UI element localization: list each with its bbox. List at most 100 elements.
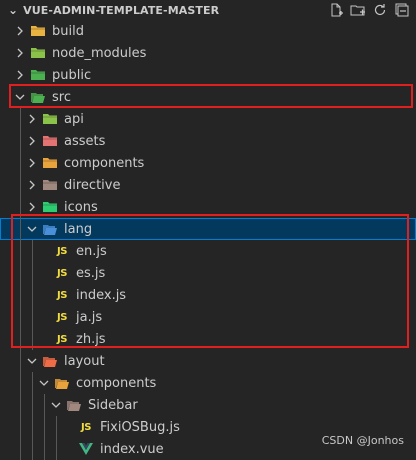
tree-item-label: index.js (76, 287, 127, 303)
indent-guide (20, 218, 21, 240)
js-badge: JS (81, 421, 91, 433)
tree-file-ja-js[interactable]: JS ja.js (0, 306, 416, 328)
chevron-right-icon[interactable] (24, 155, 40, 171)
chevron-down-icon[interactable] (24, 353, 40, 369)
chevron-down-icon[interactable] (48, 397, 64, 413)
tree-folder-src[interactable]: src (0, 86, 416, 108)
chevron-right-icon[interactable] (12, 45, 28, 61)
javascript-file-icon: JS (54, 243, 70, 259)
indent-guide (20, 196, 21, 218)
javascript-file-icon: JS (54, 265, 70, 281)
indent-guide (20, 284, 21, 306)
tree-folder-build[interactable]: build (0, 20, 416, 42)
javascript-file-icon: JS (54, 309, 70, 325)
tree-file-zh-js[interactable]: JS zh.js (0, 328, 416, 350)
indent-guide (32, 416, 33, 438)
javascript-file-icon: JS (78, 419, 94, 435)
tree-item-label: node_modules (52, 45, 147, 61)
indent-guide (20, 130, 21, 152)
chevron-down-icon[interactable] (36, 375, 52, 391)
chevron-right-icon[interactable] (24, 177, 40, 193)
tree-item-label: build (52, 23, 84, 39)
tree-folder-assets[interactable]: assets (0, 130, 416, 152)
indent-guide (32, 240, 33, 262)
chevron-right-icon[interactable] (24, 133, 40, 149)
tree-folder-node-modules[interactable]: node_modules (0, 42, 416, 64)
folder-icon (42, 177, 58, 193)
folder-api-icon (42, 111, 58, 127)
tree-folder-public[interactable]: public (0, 64, 416, 86)
chevron-down-icon[interactable] (24, 221, 40, 237)
indent-guide (32, 394, 33, 416)
new-folder-icon[interactable] (350, 2, 366, 18)
tree-folder-lang[interactable]: lang (0, 218, 416, 240)
js-badge: JS (57, 245, 67, 257)
collapse-all-icon[interactable] (394, 2, 410, 18)
javascript-file-icon: JS (54, 287, 70, 303)
indent-guide (32, 328, 33, 350)
indent-guide (20, 108, 21, 130)
folder-build-icon (30, 23, 46, 39)
chevron-right-icon[interactable] (12, 23, 28, 39)
refresh-icon[interactable] (372, 2, 388, 18)
js-badge: JS (57, 333, 67, 345)
folder-components-icon (42, 155, 58, 171)
tree-file-en-js[interactable]: JS en.js (0, 240, 416, 262)
indent-guide (20, 262, 21, 284)
tree-folder-sidebar[interactable]: Sidebar (0, 394, 416, 416)
tree-item-label: public (52, 67, 92, 83)
tree-item-label: en.js (76, 243, 107, 259)
tree-folder-directive[interactable]: directive (0, 174, 416, 196)
tree-item-label: lang (64, 221, 93, 237)
chevron-down-icon[interactable]: ⌄ (8, 3, 18, 17)
tree-folder-components[interactable]: components (0, 152, 416, 174)
tree-item-label: index.vue (100, 441, 164, 457)
tree-item-label: api (64, 111, 84, 127)
chevron-right-icon[interactable] (24, 111, 40, 127)
explorer-actions (328, 2, 410, 18)
indent-guide (20, 394, 21, 416)
tree-item-label: zh.js (76, 331, 106, 347)
javascript-file-icon: JS (54, 331, 70, 347)
tree-item-label: src (52, 89, 71, 105)
chevron-right-icon[interactable] (12, 67, 28, 83)
workspace-title: VUE-ADMIN-TEMPLATE-MASTER (23, 3, 220, 17)
tree-item-label: layout (64, 353, 105, 369)
indent-guide (32, 284, 33, 306)
new-file-icon[interactable] (328, 2, 344, 18)
indent-guide (44, 394, 45, 416)
js-badge: JS (57, 267, 67, 279)
indent-guide (20, 306, 21, 328)
tree-item-label: icons (64, 199, 98, 215)
explorer-title-group[interactable]: ⌄ VUE-ADMIN-TEMPLATE-MASTER (8, 3, 219, 17)
tree-item-label: ja.js (76, 309, 103, 325)
folder-icon (66, 397, 82, 413)
vue-file-icon (78, 441, 94, 457)
tree-item-label: es.js (76, 265, 106, 281)
tree-folder-icons[interactable]: icons (0, 196, 416, 218)
tree-folder-layout[interactable]: layout (0, 350, 416, 372)
tree-item-label: directive (64, 177, 121, 193)
folder-src-icon (30, 89, 46, 105)
explorer-header: ⌄ VUE-ADMIN-TEMPLATE-MASTER (0, 0, 416, 20)
tree-folder-api[interactable]: api (0, 108, 416, 130)
indent-guide (20, 350, 21, 372)
tree-item-label: FixiOSBug.js (100, 419, 180, 435)
folder-assets-icon (42, 133, 58, 149)
chevron-right-icon[interactable] (24, 199, 40, 215)
indent-guide (20, 328, 21, 350)
folder-components-icon (54, 375, 70, 391)
watermark: CSDN @Jonhos (321, 434, 404, 447)
chevron-down-icon[interactable] (12, 89, 28, 105)
indent-guide (20, 240, 21, 262)
tree-file-es-js[interactable]: JS es.js (0, 262, 416, 284)
indent-guide (32, 306, 33, 328)
tree-item-label: components (64, 155, 145, 171)
tree-folder-components[interactable]: components (0, 372, 416, 394)
tree-file-index-js[interactable]: JS index.js (0, 284, 416, 306)
indent-guide (44, 416, 45, 438)
folder-node-icon (30, 45, 46, 61)
